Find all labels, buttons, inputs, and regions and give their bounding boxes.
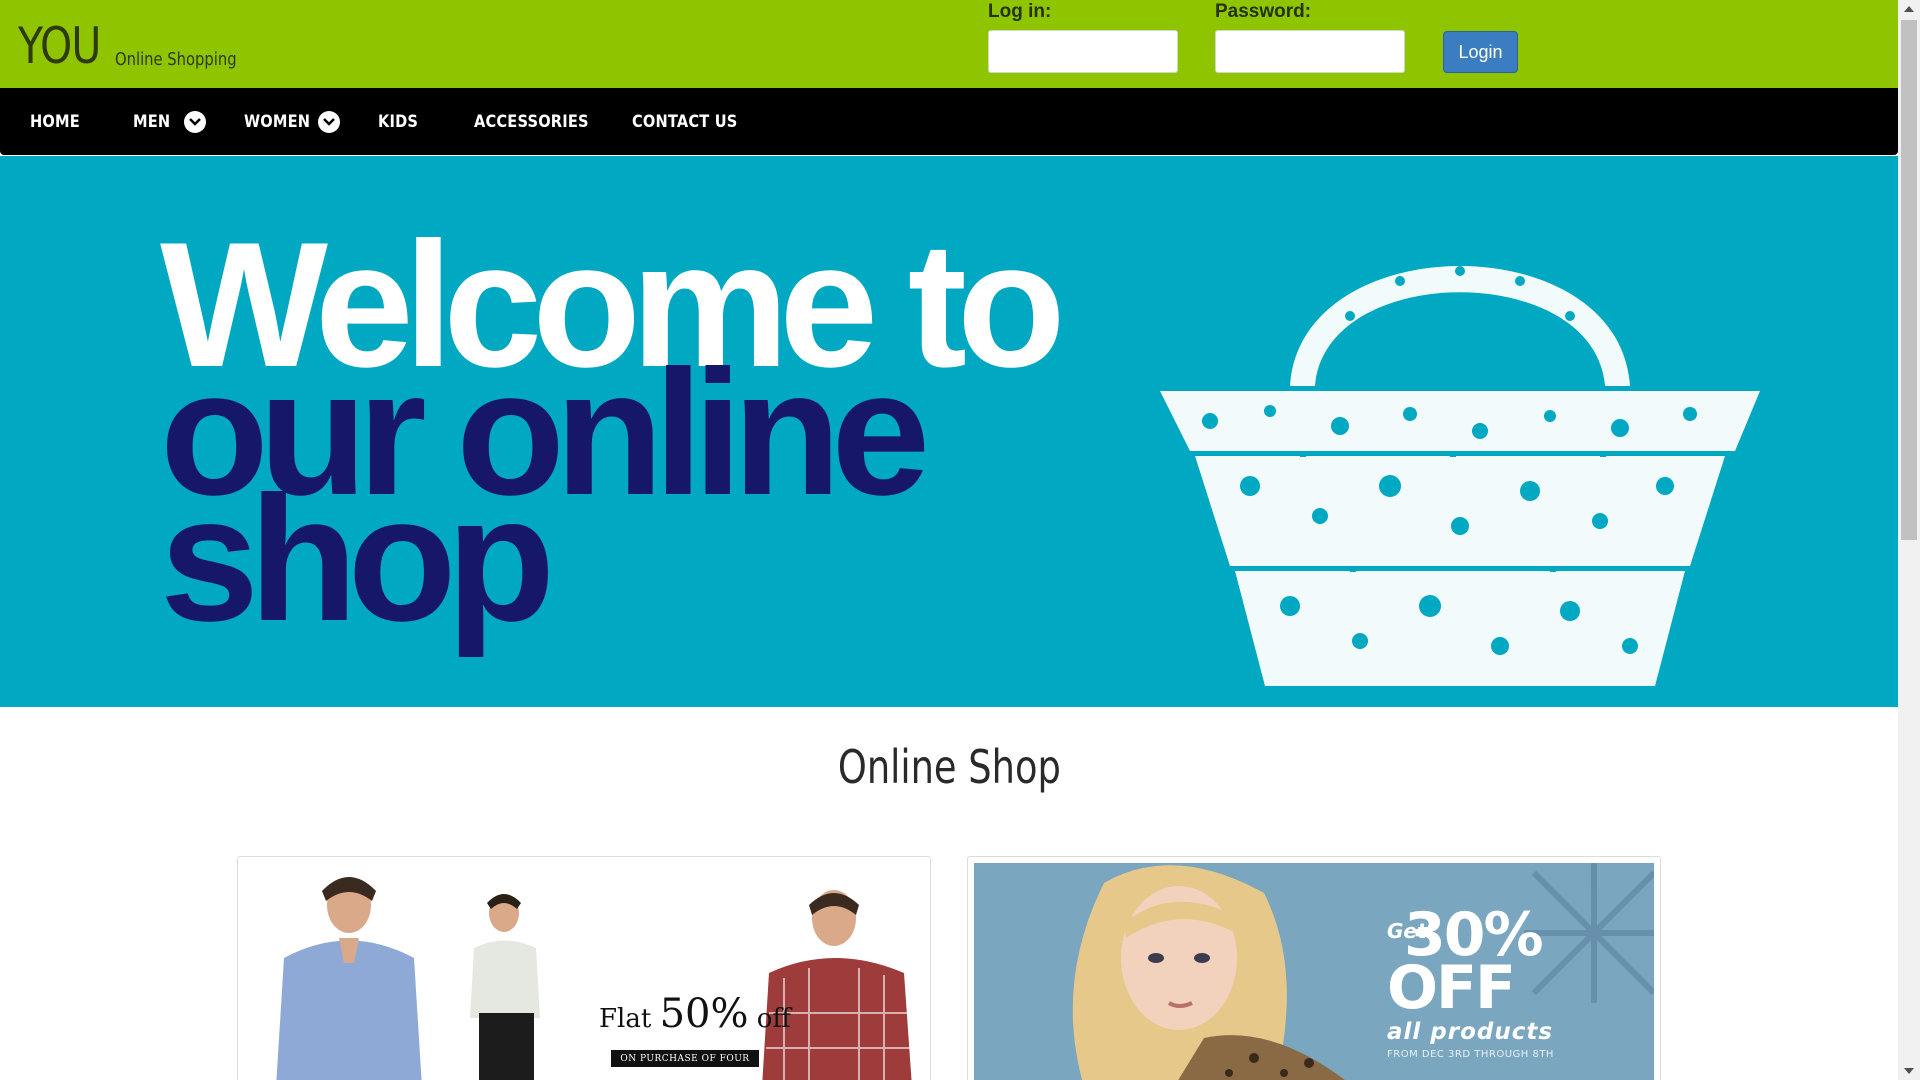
section-title-text: Online Shop <box>837 740 1061 794</box>
women-promo-off: OFF <box>1387 953 1516 1023</box>
men-promo-text: Flat 50% off <box>599 991 791 1037</box>
scroll-up-arrow-icon[interactable] <box>1898 0 1920 18</box>
shopping-basket-icon <box>1160 266 1760 686</box>
men-promo-flat: Flat <box>599 1004 660 1034</box>
men-promo-off: off <box>748 1004 791 1034</box>
nav-item-home[interactable]: HOME <box>30 88 80 155</box>
men-promo-percent: 50% <box>659 991 749 1037</box>
login-button[interactable]: Login <box>1443 31 1518 73</box>
men-promo-banner[interactable]: Flat 50% off ON PURCHASE OF FOUR <box>244 863 924 1080</box>
login-label: Log in: <box>988 1 1052 22</box>
chevron-down-icon[interactable] <box>184 111 206 133</box>
nav-item-contact-us[interactable]: CONTACT US <box>632 88 737 155</box>
logo-subtitle: Online Shopping <box>114 49 237 70</box>
page-title: Online Shop <box>0 740 1898 794</box>
women-promo-banner[interactable]: Get 30% OFF all products FROM DEC 3RD TH… <box>974 863 1654 1080</box>
logo-title: YOU <box>18 17 101 75</box>
password-input[interactable] <box>1215 30 1405 73</box>
scrollbar-thumb[interactable] <box>1901 20 1917 540</box>
nav-item-men[interactable]: MEN <box>133 88 170 155</box>
top-header: YOU Online Shopping Log in: Password: Lo… <box>0 0 1898 88</box>
nav-item-kids[interactable]: KIDS <box>378 88 418 155</box>
product-card-women[interactable]: Get 30% OFF all products FROM DEC 3RD TH… <box>967 856 1661 1080</box>
nav-item-accessories[interactable]: ACCESSORIES <box>474 88 589 155</box>
password-label: Password: <box>1215 1 1312 22</box>
women-promo-all-products: all products <box>1387 1019 1554 1045</box>
chevron-down-icon[interactable] <box>318 111 340 133</box>
page-scrollbar[interactable] <box>1898 0 1920 1080</box>
site-logo[interactable]: YOU Online Shopping <box>18 18 263 74</box>
hero-banner: Welcome to our online shop <box>0 156 1898 707</box>
hero-title-line-3: shop <box>160 459 555 658</box>
product-card-men[interactable]: Flat 50% off ON PURCHASE OF FOUR <box>237 856 931 1080</box>
main-nav: HOME MEN WOMEN KIDS ACCESSORIES CONTACT … <box>0 88 1898 155</box>
men-models-image <box>276 877 912 1080</box>
women-model-image <box>1072 863 1654 1080</box>
login-input[interactable] <box>988 30 1178 73</box>
nav-item-women[interactable]: WOMEN <box>244 88 310 155</box>
scroll-down-arrow-icon[interactable] <box>1898 1062 1920 1080</box>
men-promo-condition: ON PURCHASE OF FOUR <box>611 1050 759 1067</box>
women-promo-dates: FROM DEC 3RD THROUGH 8TH <box>1387 1049 1554 1060</box>
